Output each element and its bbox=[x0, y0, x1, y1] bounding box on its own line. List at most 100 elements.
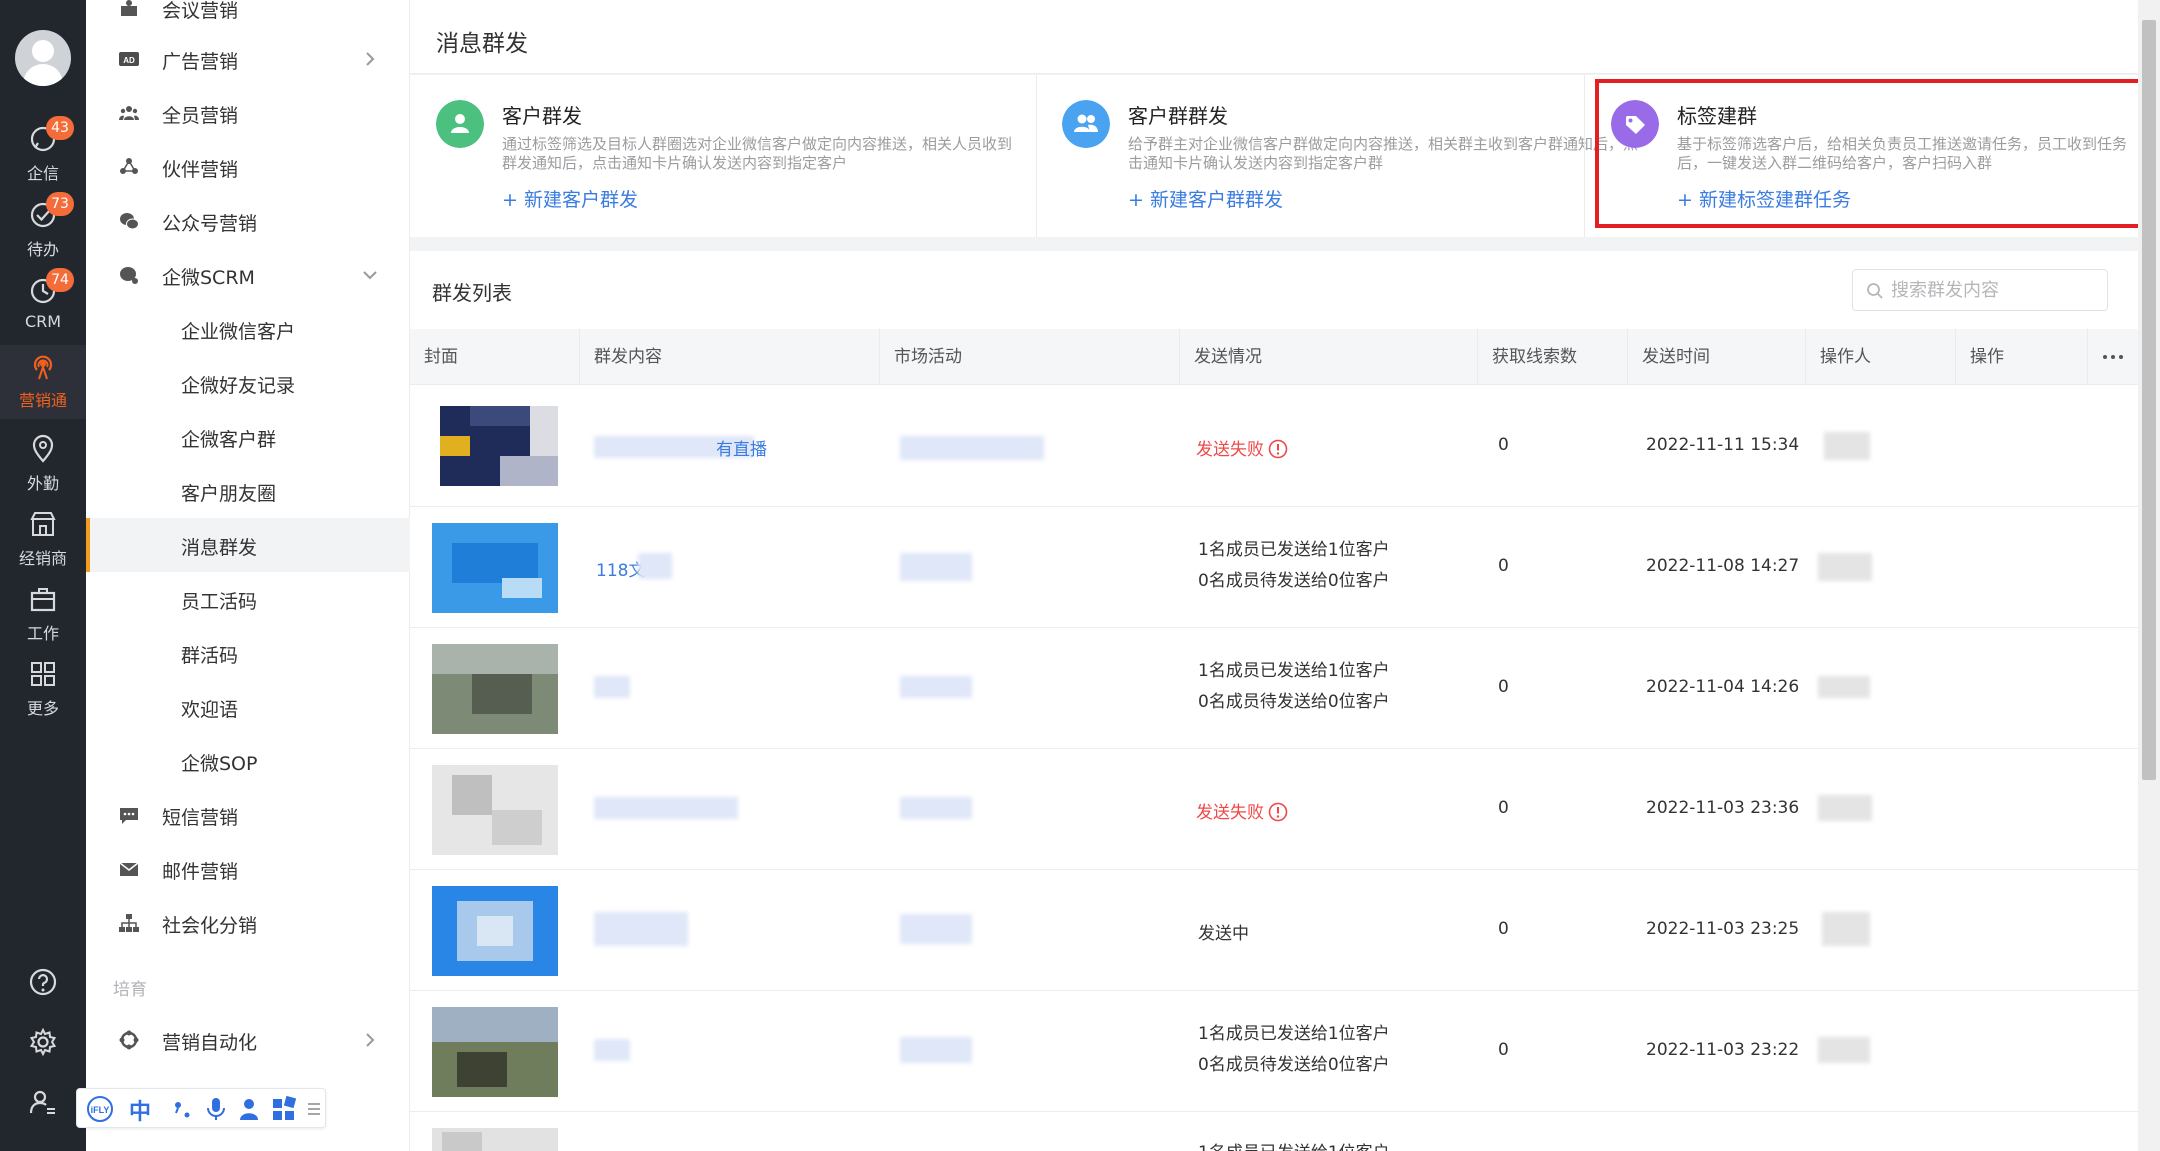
rail-label: 更多 bbox=[26, 699, 59, 718]
card-title: 客户群发 bbox=[502, 104, 582, 128]
nav-item-marketing-automation[interactable]: 营销自动化 bbox=[86, 1013, 410, 1067]
send-time: 2022-11-04 14:26 bbox=[1646, 677, 1800, 697]
send-time: 2022-11-11 15:34 bbox=[1646, 435, 1800, 455]
nav-item-meeting-marketing[interactable]: 会议营销 bbox=[86, 0, 410, 35]
menu-icon[interactable] bbox=[307, 1095, 321, 1123]
nav-item-social-distribution[interactable]: 社会化分销 bbox=[86, 896, 410, 950]
table-row[interactable]: 1名成员已发送给1位客户 0名成员待发送给0位客户 0 2022-11-04 14… bbox=[410, 628, 2138, 749]
cover-thumbnail bbox=[432, 886, 558, 976]
nav-label: 会议营销 bbox=[162, 0, 239, 22]
sub-item-group-live-code[interactable]: 群活码 bbox=[86, 626, 410, 680]
leads-count: 0 bbox=[1498, 677, 1509, 697]
user-settings-icon[interactable] bbox=[27, 1086, 59, 1118]
rail-item-more[interactable]: 更多 bbox=[0, 653, 86, 727]
nav-item-ad-marketing[interactable]: AD 广告营销 bbox=[86, 32, 410, 86]
nav-label: 邮件营销 bbox=[162, 861, 239, 883]
redacted-text bbox=[900, 676, 972, 698]
app-rail: 43 企信 73 待办 74 CRM 营销通 外勤 经销商 工作 更多 bbox=[0, 0, 86, 1151]
rail-label: 工作 bbox=[26, 624, 59, 643]
ifly-logo-icon[interactable]: iFLY bbox=[85, 1095, 115, 1123]
briefcase-icon bbox=[30, 588, 56, 612]
ime-language-toggle[interactable]: 中 bbox=[129, 1094, 151, 1125]
sub-item-customer-moments[interactable]: 客户朋友圈 bbox=[86, 464, 410, 518]
store-icon bbox=[30, 512, 56, 536]
rail-item-crm[interactable]: 74 CRM bbox=[0, 268, 86, 344]
app: 43 企信 73 待办 74 CRM 营销通 外勤 经销商 工作 更多 会议营销… bbox=[0, 0, 2160, 1151]
table-row[interactable]: 1名成员已发送给1位客户 bbox=[410, 1112, 2138, 1151]
user-icon[interactable] bbox=[237, 1095, 261, 1123]
grid-icon bbox=[31, 662, 55, 686]
sub-label: 欢迎语 bbox=[181, 699, 239, 721]
rail-item-marketing[interactable]: 营销通 bbox=[0, 345, 86, 419]
scrollbar[interactable] bbox=[2138, 0, 2160, 1151]
sub-item-welcome-message[interactable]: 欢迎语 bbox=[86, 680, 410, 734]
rail-item-todo[interactable]: 73 待办 bbox=[0, 192, 86, 268]
search-input[interactable] bbox=[1891, 278, 2091, 302]
scrollbar-thumb[interactable] bbox=[2142, 20, 2156, 780]
sub-label: 消息群发 bbox=[181, 537, 258, 559]
redacted-text bbox=[900, 553, 972, 581]
table-row[interactable]: 1名成员已发送给1位客户 0名成员待发送给0位客户 0 2022-11-03 23… bbox=[410, 991, 2138, 1112]
card-customer-mass: 客户群发 通过标签筛选及目标人群圈选对企业微信客户做定向内容推送，相关人员收到群… bbox=[410, 75, 1012, 237]
customer-icon bbox=[436, 100, 484, 148]
wecom-icon bbox=[120, 267, 138, 284]
nav-section-label: 培育 bbox=[113, 980, 147, 1000]
nav-item-sms-marketing[interactable]: 短信营销 bbox=[86, 788, 410, 842]
apps-grid-icon[interactable] bbox=[271, 1095, 297, 1123]
nav-item-email-marketing[interactable]: 邮件营销 bbox=[86, 842, 410, 896]
rail-badge: 43 bbox=[46, 116, 74, 140]
nav-item-partner-marketing[interactable]: 伙伴营销 bbox=[86, 140, 410, 194]
nav-item-wecom-scrm[interactable]: 企微SCRM bbox=[86, 248, 410, 302]
help-icon[interactable] bbox=[27, 966, 59, 998]
punctuation-icon[interactable] bbox=[171, 1095, 193, 1123]
redacted-text bbox=[594, 676, 630, 698]
rail-item-field[interactable]: 外勤 bbox=[0, 428, 86, 502]
sms-icon bbox=[120, 808, 138, 824]
send-status: 发送失败 bbox=[1196, 435, 1288, 460]
nav-item-official-account-marketing[interactable]: 公众号营销 bbox=[86, 194, 410, 248]
sub-item-wecom-sop[interactable]: 企微SOP bbox=[86, 734, 410, 788]
chevron-right-icon bbox=[366, 52, 375, 66]
redacted-operator bbox=[1824, 432, 1870, 460]
nav-item-all-staff-marketing[interactable]: 全员营销 bbox=[86, 86, 410, 140]
group-icon bbox=[1062, 100, 1110, 148]
sub-label: 企业微信客户 bbox=[181, 321, 296, 343]
column-header: 群发内容 bbox=[580, 329, 880, 385]
warning-icon[interactable] bbox=[1268, 439, 1288, 459]
rail-label: CRM bbox=[24, 312, 62, 331]
sub-item-wecom-customer-groups[interactable]: 企微客户群 bbox=[86, 410, 410, 464]
cover-thumbnail bbox=[432, 1007, 558, 1097]
table-row[interactable]: 发送失败 0 2022-11-03 23:36 bbox=[410, 749, 2138, 870]
new-customer-mass-link[interactable]: + 新建客户群发 bbox=[502, 185, 638, 212]
user-avatar[interactable] bbox=[15, 30, 71, 86]
gear-icon[interactable] bbox=[27, 1026, 59, 1058]
table-row[interactable]: 发送中 0 2022-11-03 23:25 bbox=[410, 870, 2138, 991]
column-header: 封面 bbox=[410, 329, 580, 385]
warning-icon[interactable] bbox=[1268, 802, 1288, 822]
table-row[interactable]: 有直播 发送失败 0 2022-11-11 15:34 bbox=[410, 386, 2138, 507]
meeting-icon bbox=[121, 0, 137, 16]
rail-item-dealer[interactable]: 经销商 bbox=[0, 503, 86, 577]
rail-item-qixin[interactable]: 43 企信 bbox=[0, 116, 86, 192]
microphone-icon[interactable] bbox=[205, 1095, 227, 1123]
chevron-down-icon bbox=[363, 271, 377, 280]
cover-thumbnail bbox=[432, 765, 558, 855]
sub-item-staff-live-code[interactable]: 员工活码 bbox=[86, 572, 410, 626]
rail-item-work[interactable]: 工作 bbox=[0, 578, 86, 652]
table-row[interactable]: 118文 1名成员已发送给1位客户 0名成员待发送给0位客户 0 2022-11-… bbox=[410, 507, 2138, 628]
sub-item-wecom-customers[interactable]: 企业微信客户 bbox=[86, 302, 410, 356]
broadcast-icon bbox=[33, 355, 53, 380]
redacted-operator bbox=[1818, 676, 1870, 698]
sub-item-wecom-friend-records[interactable]: 企微好友记录 bbox=[86, 356, 410, 410]
message-content-link[interactable]: 有直播 bbox=[716, 435, 767, 460]
send-time: 2022-11-03 23:25 bbox=[1646, 919, 1800, 939]
new-customer-group-mass-link[interactable]: + 新建客户群群发 bbox=[1128, 185, 1283, 212]
nav-label: 全员营销 bbox=[162, 105, 239, 127]
more-columns-icon[interactable] bbox=[2098, 347, 2128, 367]
send-status: 1名成员已发送给1位客户 0名成员待发送给0位客户 bbox=[1198, 540, 1390, 591]
highlight-box bbox=[1595, 79, 2147, 228]
redacted-text bbox=[900, 436, 1044, 460]
sub-item-mass-messaging[interactable]: 消息群发 bbox=[86, 518, 410, 572]
rail-badge: 74 bbox=[46, 268, 74, 292]
redacted-operator bbox=[1822, 912, 1870, 946]
